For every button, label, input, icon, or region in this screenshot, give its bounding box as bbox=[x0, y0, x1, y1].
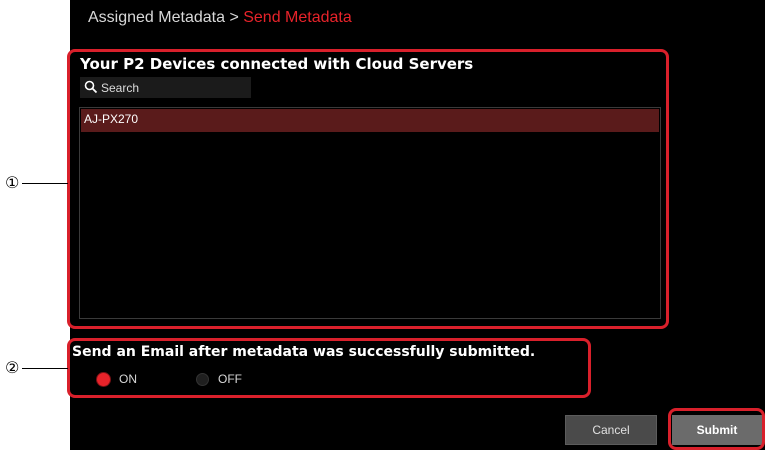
email-highlight-frame bbox=[67, 338, 591, 398]
callout-2: ② bbox=[5, 358, 20, 377]
callout-1: ① bbox=[5, 173, 20, 192]
submit-highlight-frame bbox=[668, 408, 765, 450]
breadcrumb-parent[interactable]: Assigned Metadata bbox=[88, 9, 225, 26]
breadcrumb: Assigned Metadata > Send Metadata bbox=[88, 9, 352, 27]
callout-1-line bbox=[22, 183, 68, 184]
cancel-button[interactable]: Cancel bbox=[565, 415, 657, 445]
breadcrumb-separator: > bbox=[229, 9, 239, 26]
callout-2-line bbox=[22, 368, 68, 369]
breadcrumb-current: Send Metadata bbox=[243, 9, 352, 26]
devices-highlight-frame bbox=[67, 49, 669, 329]
